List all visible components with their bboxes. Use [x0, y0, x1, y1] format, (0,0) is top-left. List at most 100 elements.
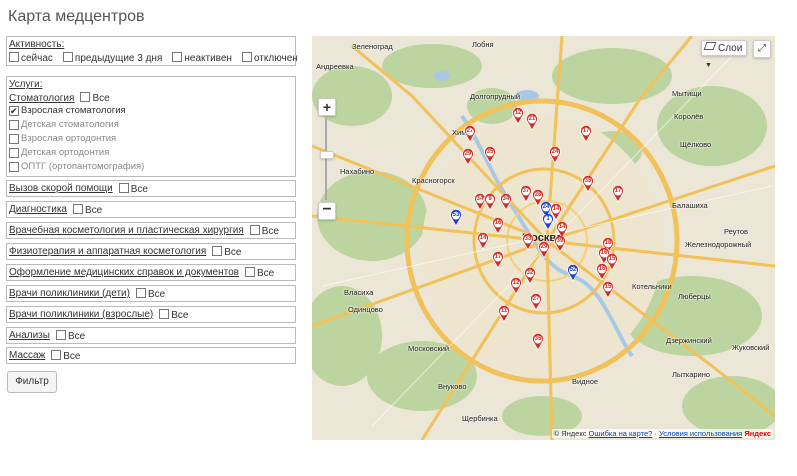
checkbox[interactable]: [51, 349, 62, 360]
map-marker[interactable]: 53: [450, 210, 462, 226]
checkbox[interactable]: [135, 287, 146, 298]
map-marker-label: 17: [494, 253, 502, 260]
map-marker[interactable]: 11: [498, 306, 510, 322]
category-link[interactable]: Врачебная косметология и пластическая хи…: [9, 225, 244, 236]
zoom-in-button[interactable]: +: [318, 98, 336, 116]
map-marker-label: 35: [584, 177, 592, 184]
zoom-slider-handle[interactable]: [320, 151, 334, 159]
category-link[interactable]: Врачи поликлиники (взрослые): [9, 309, 153, 320]
map-marker[interactable]: 27: [464, 126, 476, 142]
checkbox[interactable]: [9, 134, 19, 144]
map-marker[interactable]: 24: [549, 147, 561, 163]
category-link[interactable]: Физиотерапия и аппаратная косметология: [9, 246, 206, 257]
activity-option-3days[interactable]: предыдущие 3 дня: [62, 52, 162, 64]
map-marker[interactable]: 17: [612, 186, 624, 202]
zoom-out-button[interactable]: −: [318, 202, 336, 220]
map-marker[interactable]: 17: [580, 126, 592, 142]
map-marker[interactable]: 17: [492, 252, 504, 268]
map-marker[interactable]: 21: [526, 114, 538, 130]
category-link[interactable]: Диагностика: [9, 204, 67, 215]
map-marker[interactable]: 33: [522, 234, 534, 250]
all-toggle[interactable]: Все: [135, 287, 165, 300]
category-link[interactable]: Врачи поликлиники (дети): [9, 288, 130, 299]
dentistry-subitem-label: Взрослая ортодонтия: [21, 133, 117, 144]
layers-button[interactable]: Слои ▼: [701, 40, 747, 69]
map-marker[interactable]: 29: [538, 242, 550, 258]
map-error-link[interactable]: Ошибка на карте?: [589, 429, 653, 438]
checkbox[interactable]: [9, 104, 19, 118]
map[interactable]: Лобня Зеленоград Андреевка Долгопрудный Химк…: [312, 36, 775, 440]
dentistry-subitem[interactable]: Детская стоматология: [9, 118, 293, 132]
map-marker[interactable]: 35: [532, 334, 544, 350]
map-marker-label: 11: [500, 307, 508, 314]
map-marker[interactable]: 15: [602, 282, 614, 298]
all-toggle[interactable]: Все: [244, 266, 274, 279]
map-marker[interactable]: 32: [524, 268, 536, 284]
map-marker[interactable]: 14: [550, 204, 562, 220]
checkbox[interactable]: [212, 245, 223, 256]
terms-link[interactable]: Условия использования: [659, 429, 742, 438]
category-link[interactable]: Оформление медицинских справок и докумен…: [9, 267, 239, 278]
page-title: Карта медцентров: [8, 8, 145, 25]
checkbox[interactable]: [172, 52, 183, 62]
all-toggle[interactable]: Все: [72, 203, 102, 216]
checkbox[interactable]: [244, 266, 255, 277]
dentistry-subitem[interactable]: ОПТГ (ортопантомография): [9, 160, 293, 174]
map-marker[interactable]: 16: [596, 264, 608, 280]
map-marker[interactable]: 12: [510, 278, 522, 294]
all-toggle[interactable]: Все: [55, 329, 85, 342]
dentistry-subitem[interactable]: Взрослая ортодонтия: [9, 132, 293, 146]
all-toggle[interactable]: Все: [212, 245, 241, 258]
zoom-slider[interactable]: [325, 118, 327, 200]
map-marker[interactable]: 12: [512, 108, 524, 124]
map-marker-label: 35: [534, 335, 542, 342]
checkbox[interactable]: [72, 203, 83, 214]
category-link[interactable]: Вызов скорой помощи: [9, 183, 113, 194]
category-dentistry[interactable]: Стоматология: [9, 93, 74, 104]
checkbox[interactable]: [62, 52, 73, 62]
all-toggle[interactable]: Все: [51, 349, 81, 362]
map-marker[interactable]: 35: [582, 176, 594, 192]
activity-option-now[interactable]: сейчас: [9, 52, 53, 64]
map-marker[interactable]: 16: [492, 218, 504, 234]
map-marker[interactable]: 14: [477, 233, 489, 249]
map-place-label: Лобня: [472, 40, 494, 49]
map-marker[interactable]: 39: [554, 236, 566, 252]
checkbox[interactable]: [241, 52, 252, 62]
checkbox[interactable]: [159, 308, 170, 319]
filter-button[interactable]: Фильтр: [7, 371, 57, 393]
checkbox[interactable]: [9, 120, 19, 130]
checkbox[interactable]: [9, 162, 19, 172]
checkbox[interactable]: [9, 52, 19, 62]
activity-option-inactive[interactable]: неактивен: [172, 52, 232, 64]
checkbox[interactable]: [118, 182, 129, 193]
all-toggle[interactable]: Все: [80, 92, 110, 104]
map-marker[interactable]: 52: [567, 265, 579, 281]
map-marker[interactable]: 35: [484, 147, 496, 163]
map-marker-label: 52: [569, 266, 577, 273]
map-marker[interactable]: 27: [530, 294, 542, 310]
map-marker[interactable]: 34: [500, 194, 512, 210]
category-link[interactable]: Массаж: [9, 350, 45, 361]
activity-option-disabled[interactable]: отключен: [241, 52, 298, 64]
checkbox[interactable]: [80, 92, 91, 102]
map-marker[interactable]: 29: [462, 149, 474, 165]
map-marker-label: 39: [556, 237, 564, 244]
checkbox[interactable]: [55, 329, 66, 340]
checkbox[interactable]: [9, 148, 19, 158]
map-place-label: Котельники: [632, 282, 672, 291]
service-category: Врачебная косметология и пластическая хи…: [6, 222, 296, 239]
map-place-label: Андреевка: [316, 62, 354, 71]
all-toggle[interactable]: Все: [118, 182, 148, 195]
category-link[interactable]: Анализы: [9, 330, 50, 341]
dentistry-subitem[interactable]: Детская ортодонтия: [9, 146, 293, 160]
checkbox[interactable]: [249, 224, 260, 235]
map-place-label: Одинцово: [348, 305, 383, 314]
service-category: Диагностика Все: [6, 201, 296, 218]
fullscreen-button[interactable]: ⤢: [753, 40, 771, 58]
map-marker[interactable]: 9: [484, 194, 496, 210]
all-toggle[interactable]: Все: [249, 224, 279, 237]
map-marker[interactable]: 37: [520, 186, 532, 202]
dentistry-subitem[interactable]: Взрослая стоматология: [9, 104, 293, 118]
all-toggle[interactable]: Все: [159, 308, 188, 321]
